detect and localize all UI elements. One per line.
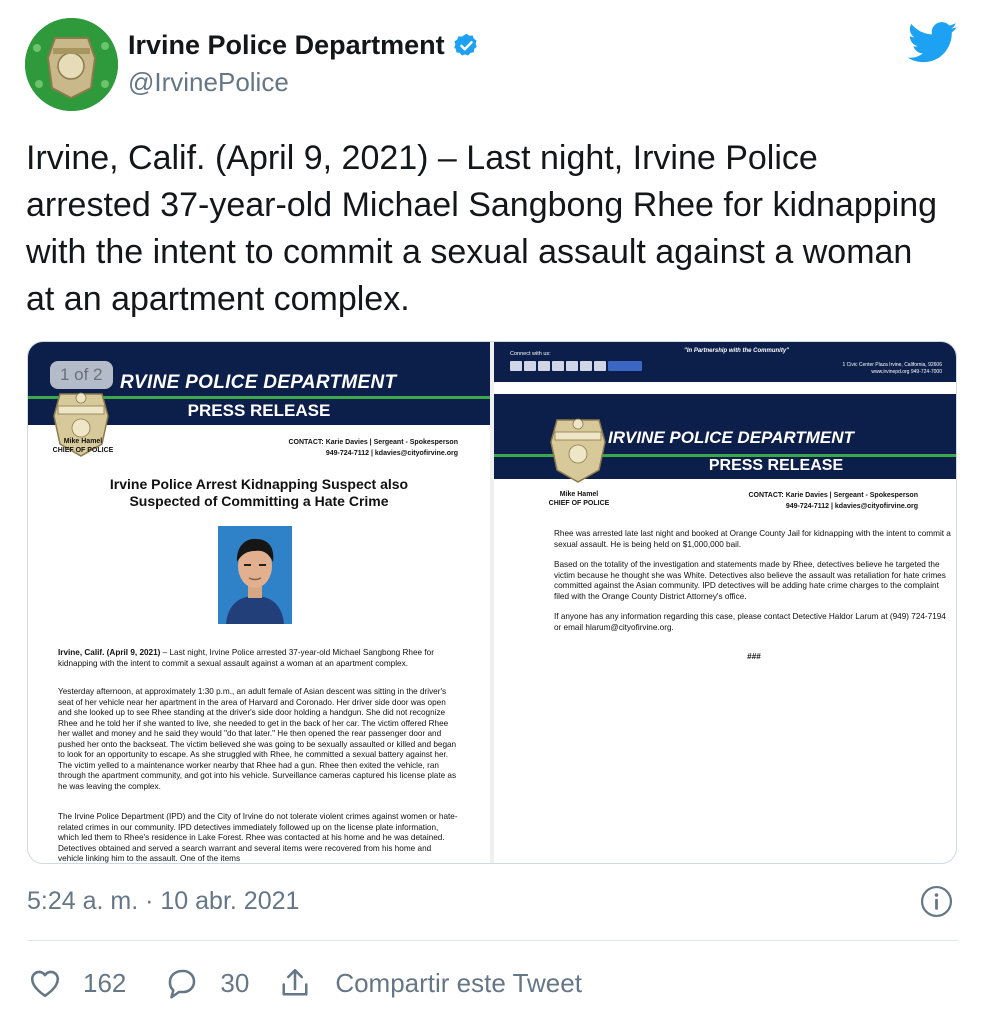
tweet-media[interactable]: 1 of 2 RVINE POLICE DEPARTMENT PRESS REL…	[27, 341, 957, 864]
address-line-2: www.irvinepd.org 949-724-7000	[871, 369, 942, 375]
release-paragraph-5: Based on the totality of the investigati…	[554, 560, 946, 601]
release-paragraph-4: Rhee was arrested late last night and bo…	[554, 529, 951, 549]
release-headline: Irvine Police Arrest Kidnapping Suspect …	[28, 476, 490, 510]
press-release-page-2[interactable]: Connect with us: "In Partnership with th…	[494, 342, 956, 863]
chief-info: Mike Hamel CHIEF OF POLICE	[48, 437, 118, 455]
social-icon	[538, 361, 550, 371]
release-paragraph-1: Irvine, Calif. (April 9, 2021) – Last ni…	[58, 648, 458, 669]
page-2-top-strip: Connect with us: "In Partnership with th…	[494, 342, 956, 382]
release-paragraph-6: If anyone has any information regarding …	[554, 612, 946, 632]
social-icon	[552, 361, 564, 371]
heart-icon	[30, 970, 60, 998]
author-name-row: Irvine Police Department	[128, 30, 480, 61]
verified-badge-icon	[453, 33, 477, 56]
like-count: 162	[83, 967, 127, 998]
end-of-release-mark: ###	[747, 652, 761, 661]
chief-info: Mike Hamel CHIEF OF POLICE	[544, 490, 614, 508]
press-release-label: PRESS RELEASE	[708, 457, 844, 474]
address-line-1: 1 Civic Center Plaza Irvine, California,…	[842, 362, 943, 368]
social-icon	[580, 361, 592, 371]
release-paragraph-3: The Irvine Police Department (IPD) and t…	[58, 812, 458, 863]
social-icon	[524, 361, 536, 371]
police-badge-icon	[550, 418, 606, 483]
share-button[interactable]: Compartir este Tweet	[277, 965, 582, 1001]
release-headline-line-2: Suspected of Committing a Hate Crime	[129, 493, 389, 509]
like-button[interactable]: 162	[27, 965, 126, 1001]
contact-line-2: 949-724-7112 | kdavies@cityofirvine.org	[325, 450, 458, 457]
release-dateline: Irvine, Calif. (April 9, 2021)	[58, 648, 161, 657]
reply-button[interactable]: 30	[164, 965, 249, 1001]
contact-line-2: 949-724-7112 | kdavies@cityofirvine.org	[785, 503, 918, 510]
reply-bubble-icon	[169, 969, 196, 999]
profile-avatar[interactable]	[25, 18, 118, 111]
social-icons	[510, 361, 642, 371]
footer-divider	[27, 940, 958, 941]
suspect-photo	[218, 526, 292, 624]
tweet-text: Irvine, Calif. (April 9, 2021) – Last ni…	[26, 139, 938, 318]
tweet-actions: 162 30 Compartir este Tweet	[27, 962, 582, 1004]
department-title: IRVINE POLICE DEPARTMENT	[608, 428, 854, 447]
social-icon	[594, 361, 606, 371]
partnership-motto: "In Partnership with the Community"	[684, 348, 790, 354]
info-icon[interactable]	[920, 885, 953, 918]
contact-info: CONTACT: Karie Davies | Sergeant - Spoke…	[749, 490, 919, 512]
contact-line-1: CONTACT: Karie Davies | Sergeant - Spoke…	[748, 492, 919, 499]
contact-info: CONTACT: Karie Davies | Sergeant - Spoke…	[289, 437, 459, 459]
media-counter: 1 of 2	[50, 361, 113, 389]
author-display-name[interactable]: Irvine Police Department	[128, 30, 445, 61]
release-headline-line-1: Irvine Police Arrest Kidnapping Suspect …	[109, 476, 409, 492]
author-handle[interactable]: @IrvinePolice	[128, 67, 289, 98]
social-icon	[510, 361, 522, 371]
chief-name: Mike Hamel	[63, 438, 103, 445]
press-release-page-1[interactable]: 1 of 2 RVINE POLICE DEPARTMENT PRESS REL…	[28, 342, 490, 863]
twitter-bird-icon[interactable]	[908, 22, 958, 64]
contact-line-1: CONTACT: Karie Davies | Sergeant - Spoke…	[288, 439, 459, 446]
reply-count: 30	[220, 967, 250, 998]
release-paragraph-2: Yesterday afternoon, at approximately 1:…	[58, 687, 457, 791]
share-label: Compartir este Tweet	[335, 967, 582, 998]
social-icon	[608, 361, 642, 371]
tweet-timestamp[interactable]: 5:24 a. m. · 10 abr. 2021	[27, 887, 299, 916]
chief-title: CHIEF OF POLICE	[548, 500, 610, 507]
chief-title: CHIEF OF POLICE	[52, 447, 114, 454]
social-icon	[566, 361, 578, 371]
department-address: 1 Civic Center Plaza Irvine, California,…	[843, 362, 943, 376]
department-title: RVINE POLICE DEPARTMENT	[120, 372, 397, 393]
connect-label: Connect with us:	[510, 351, 551, 357]
share-icon	[282, 968, 308, 996]
chief-name: Mike Hamel	[559, 491, 599, 498]
